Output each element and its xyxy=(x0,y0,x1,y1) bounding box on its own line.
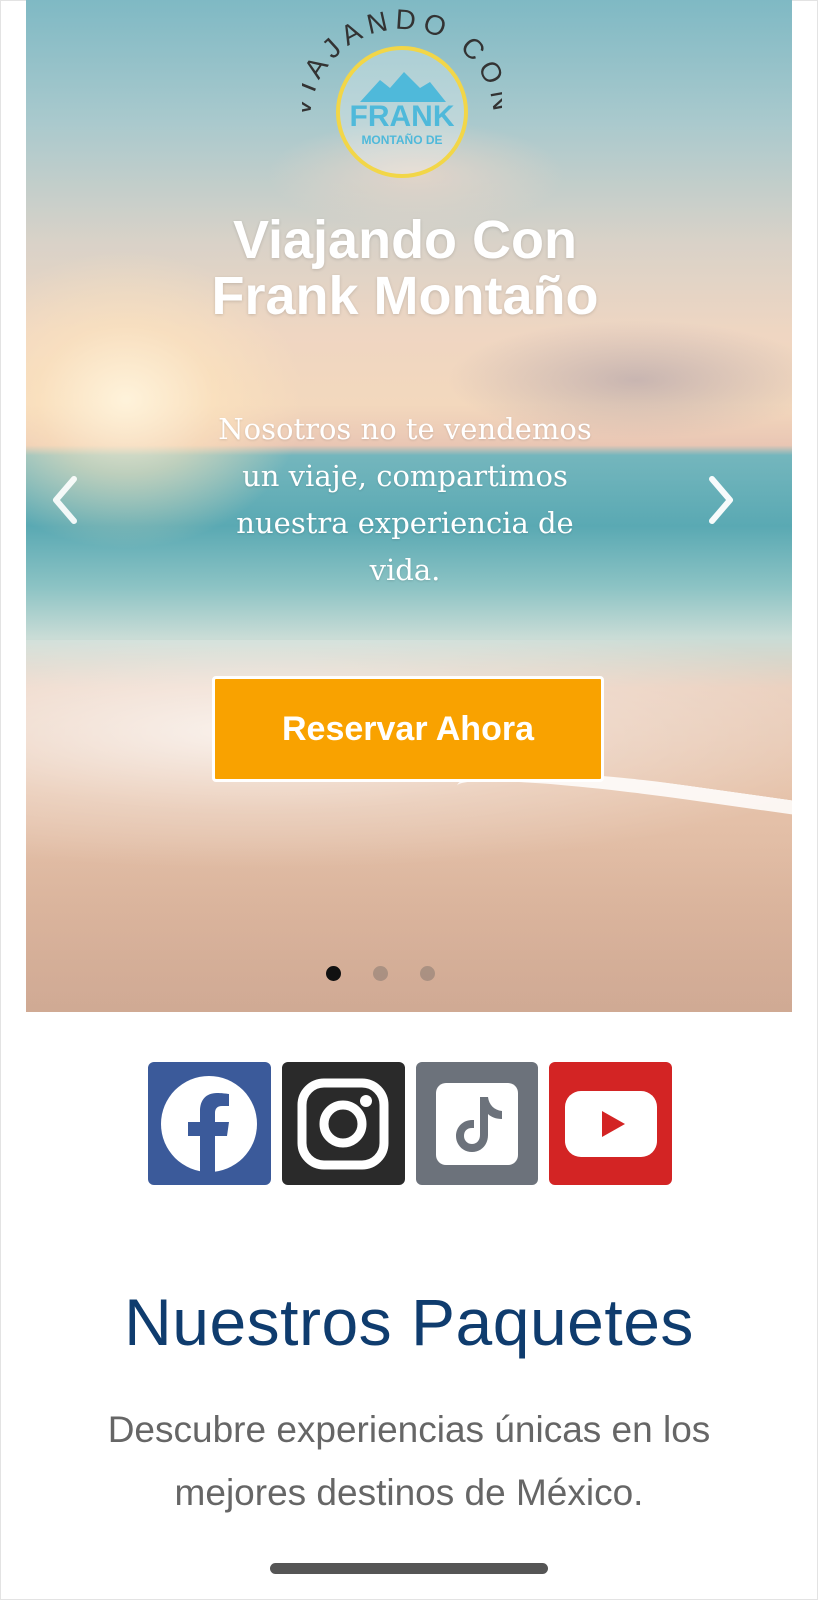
carousel-next-button[interactable] xyxy=(696,470,746,530)
hero-title-line: Viajando Con xyxy=(232,210,578,270)
social-links xyxy=(148,1062,672,1186)
carousel-dot[interactable] xyxy=(420,966,435,981)
carousel-dot[interactable] xyxy=(373,966,388,981)
packages-description: Descubre experiencias únicas en los mejo… xyxy=(107,1409,711,1513)
sand xyxy=(26,840,792,1012)
hero-title: Viajando Con Frank Montaño xyxy=(160,212,650,324)
tiktok-button[interactable] xyxy=(415,1062,539,1185)
reserve-now-button[interactable]: Reservar Ahora xyxy=(212,676,604,782)
facebook-button[interactable] xyxy=(148,1062,271,1185)
tiktok-icon xyxy=(435,1082,518,1165)
carousel-dot[interactable] xyxy=(326,966,341,981)
youtube-button[interactable] xyxy=(549,1062,672,1185)
instagram-icon xyxy=(297,1078,389,1169)
hero-title-line: Frank Montaño xyxy=(211,266,599,326)
logo-brand: FRANK xyxy=(350,100,455,133)
brand-logo[interactable]: VIAJANDO CON FRANK MONTAÑO DE xyxy=(285,4,513,180)
home-indicator[interactable] xyxy=(270,1563,548,1574)
chevron-right-icon xyxy=(709,476,733,524)
carousel-indicators xyxy=(326,966,446,986)
hero-subtitle: Nosotros no te vendemos un viaje, compar… xyxy=(218,412,592,587)
carousel-prev-button[interactable] xyxy=(40,470,90,530)
facebook-icon xyxy=(161,1075,258,1172)
packages-title: Nuestros Paquetes xyxy=(124,1285,694,1359)
youtube-icon xyxy=(564,1090,657,1157)
logo-subtext: MONTAÑO DE xyxy=(361,132,442,147)
instagram-button[interactable] xyxy=(281,1062,405,1185)
chevron-left-icon xyxy=(53,476,77,524)
